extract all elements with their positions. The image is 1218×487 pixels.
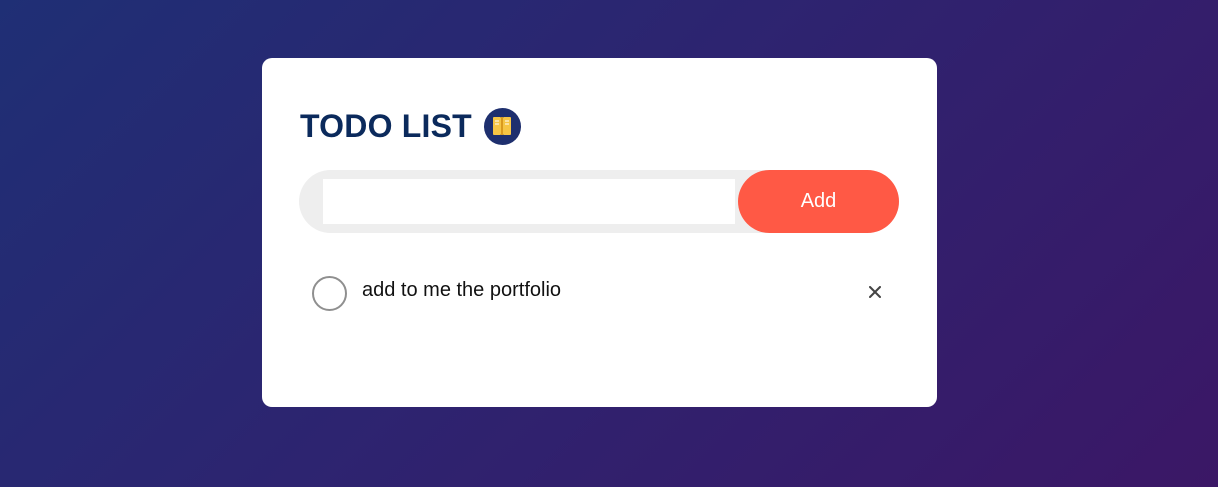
list-item: add to me the portfolio (312, 276, 892, 312)
task-input[interactable] (323, 179, 735, 224)
task-list: add to me the portfolio (312, 276, 892, 312)
header: TODO LIST (300, 107, 521, 145)
add-button[interactable]: Add (738, 170, 899, 233)
checkbox-circle[interactable] (312, 276, 347, 311)
add-task-row: Add (299, 170, 899, 233)
page-title: TODO LIST (300, 108, 472, 144)
delete-button[interactable] (863, 281, 887, 305)
todo-card: TODO LIST Add add to me the portfolio (262, 58, 937, 407)
notebook-icon (483, 107, 521, 145)
close-icon (869, 285, 881, 301)
task-text[interactable]: add to me the portfolio (362, 279, 561, 302)
